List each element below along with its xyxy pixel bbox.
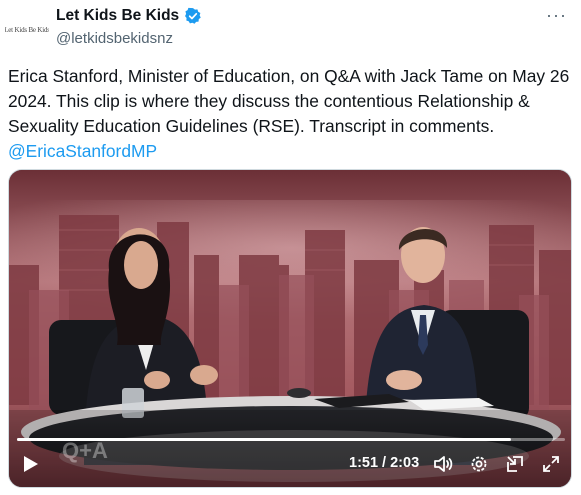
tweet-text: Erica Stanford, Minister of Education, o… <box>8 64 573 164</box>
mention-link[interactable]: @EricaStanfordMP <box>8 139 573 164</box>
more-options-icon[interactable]: ··· <box>546 6 567 24</box>
progress-bar[interactable] <box>17 438 565 441</box>
volume-icon[interactable] <box>433 454 453 474</box>
play-icon[interactable] <box>23 455 39 473</box>
progress-fill <box>17 438 512 441</box>
avatar[interactable]: Let Kids Be Kids <box>5 8 49 52</box>
verified-badge-icon <box>185 7 201 24</box>
author-name-row: Let Kids Be Kids <box>56 7 202 25</box>
video-player[interactable]: Q+A 1:51 / 2:03 <box>8 169 572 488</box>
author-display-name[interactable]: Let Kids Be Kids <box>56 7 179 25</box>
avatar-logo-text: Let Kids Be Kids <box>5 26 49 34</box>
video-controls: 1:51 / 2:03 <box>9 438 571 487</box>
video-time: 1:51 / 2:03 <box>349 455 420 471</box>
exit-picture-icon[interactable] <box>505 454 525 474</box>
fullscreen-icon[interactable] <box>541 454 561 474</box>
tweet-card: Let Kids Be Kids Let Kids Be Kids @letki… <box>0 0 581 495</box>
tweet-body: Erica Stanford, Minister of Education, o… <box>8 66 570 136</box>
author-handle[interactable]: @letkidsbekidsnz <box>56 30 173 47</box>
settings-icon[interactable] <box>469 454 489 474</box>
